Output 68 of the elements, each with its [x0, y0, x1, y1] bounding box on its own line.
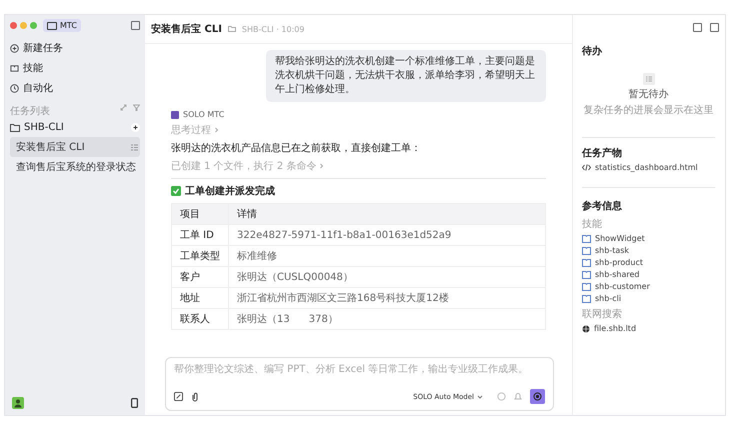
table-cell: 张明达（13 378）	[228, 308, 546, 330]
user-message: 帮我给张明达的洗衣机创建一个标准维修工单，主要问题是洗衣机烘干问题，无法烘干衣服，派单给李羽，希望明天上午上门检修处理。	[266, 50, 546, 102]
nav-item[interactable]: 自动化	[10, 78, 140, 98]
table-cell: 322e4827-5971-11f1-b8a1-00163e1d52a9	[228, 224, 546, 246]
panel-icon[interactable]	[693, 23, 702, 32]
table-cell: 客户	[172, 266, 228, 288]
nav-item[interactable]: 技能	[10, 58, 140, 78]
assistant-message: 张明达的洗衣机产品信息已在之前获取，直接创建工单：	[171, 142, 422, 155]
checkbox-icon	[171, 186, 181, 196]
chevron-icon	[319, 163, 324, 169]
folder-icon	[10, 124, 20, 132]
skill-link[interactable]: shb-cli	[582, 294, 715, 303]
assistant-logo-icon	[171, 110, 179, 118]
artifacts-title: 任务产物	[582, 146, 623, 160]
empty-title: 暂无待办	[628, 88, 668, 101]
table-cell: 地址	[172, 288, 228, 308]
app-badge: MTC	[43, 19, 81, 32]
table-cell: 张明达（CUSLQ00048）	[228, 266, 546, 288]
avatar-icon[interactable]	[12, 397, 24, 409]
empty-hint: 复杂任务的进展会显示在这里	[584, 104, 714, 117]
globe-icon	[582, 324, 590, 332]
clock-icon	[10, 84, 19, 92]
minimize-dot-icon[interactable]	[20, 22, 27, 29]
skill-link[interactable]: shb-shared	[582, 270, 715, 279]
table-cell: 标准维修	[228, 246, 546, 266]
assistant-name: SOLO MTC	[183, 110, 224, 119]
skill-link[interactable]: shb-product	[582, 258, 715, 267]
folder-icon	[228, 26, 236, 32]
skill-link[interactable]: ShowWidget	[582, 234, 715, 243]
code-icon	[582, 164, 591, 171]
collapse-panel-icon[interactable]	[710, 23, 719, 32]
monitor-icon	[47, 22, 57, 30]
artifact-link[interactable]: statistics_dashboard.html	[582, 163, 715, 172]
chevron-icon	[214, 127, 219, 133]
task-item[interactable]: 安装售后宝 CLI	[10, 137, 140, 157]
result-title: 工单创建并派发完成	[185, 184, 275, 198]
paperclip-icon[interactable]	[191, 392, 199, 402]
book-icon	[10, 64, 19, 72]
send-button[interactable]	[530, 389, 545, 404]
close-dot-icon[interactable]	[10, 22, 17, 29]
skill-link[interactable]: shb-task	[582, 246, 715, 255]
task-title: 安装售后宝 CLI	[151, 22, 222, 36]
edit-icon[interactable]	[174, 392, 183, 401]
table-cell: 联系人	[172, 308, 228, 330]
list-icon	[642, 73, 654, 85]
reference-title: 参考信息	[582, 200, 623, 213]
phone-icon[interactable]	[131, 398, 138, 408]
table-header: 详情	[228, 204, 546, 224]
task-item[interactable]: 查询售后宝系统的登录状态	[10, 157, 140, 177]
section-label: 任务列表	[10, 104, 50, 118]
web-search-label: 联网搜索	[582, 308, 623, 321]
nav-item[interactable]: 新建任务	[10, 38, 140, 58]
folder-label[interactable]: SHB-CLI	[24, 122, 64, 133]
task-meta: SHB-CLI · 10:09	[242, 25, 304, 34]
todo-title: 待办	[582, 44, 603, 58]
table-cell: 工单 ID	[172, 224, 228, 246]
table-cell: 浙江省杭州市西湖区文三路168号科技大厦12楼	[228, 288, 546, 308]
plus-circle-icon	[10, 44, 19, 52]
add-icon[interactable]	[131, 123, 140, 132]
sidebar-toggle-icon[interactable]	[131, 21, 140, 30]
skill-link[interactable]: shb-customer	[582, 282, 715, 291]
caret-icon	[477, 394, 483, 398]
skills-label: 技能	[582, 218, 603, 231]
maximize-dot-icon[interactable]	[30, 22, 37, 29]
table-cell: 工单类型	[172, 246, 228, 266]
web-link[interactable]: file.shb.ltd	[582, 324, 715, 333]
list-icon	[131, 144, 138, 150]
table-header: 项目	[172, 204, 228, 224]
